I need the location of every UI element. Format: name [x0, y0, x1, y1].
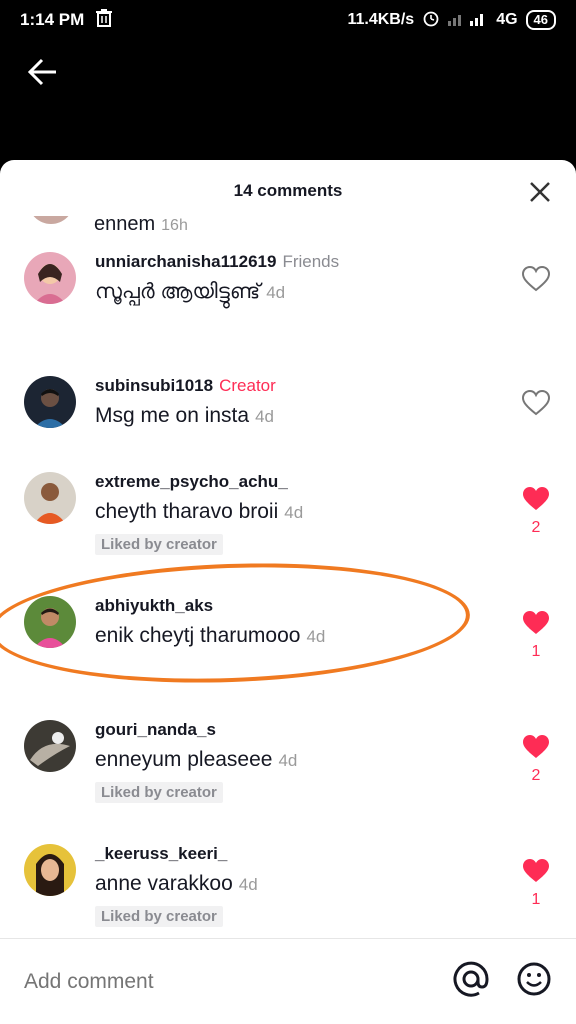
liked-by-creator-badge: Liked by creator [95, 782, 223, 803]
comment-text: cheyth tharavo broii [95, 500, 279, 523]
comment-time: 4d [266, 283, 286, 302]
like-count: 1 [531, 643, 541, 660]
comment-username[interactable]: extreme_psycho_achu_ [95, 472, 288, 491]
avatar[interactable] [24, 720, 76, 772]
battery-icon: 46 [525, 10, 556, 30]
liked-by-creator-badge: Liked by creator [95, 906, 223, 927]
like-count: 2 [531, 767, 541, 784]
emoji-icon [517, 962, 551, 996]
liked-by-creator-badge: Liked by creator [95, 534, 223, 555]
heart-filled-icon [523, 487, 549, 510]
comment-item[interactable]: gouri_nanda_s enneyum pleaseee 4d Liked b… [0, 706, 576, 830]
heart-outline-icon [521, 389, 551, 416]
comment-username[interactable]: abhiyukth_aks [95, 596, 213, 615]
comments-count-title: 14 comments [233, 181, 343, 200]
network-type: 4G [496, 11, 518, 28]
comment-text: anne varakkoo [95, 872, 233, 895]
network-speed: 11.4KB/s [347, 11, 415, 28]
like-button[interactable]: 2 [522, 486, 550, 537]
close-icon [530, 182, 550, 202]
at-sign-icon [453, 961, 489, 997]
avatar[interactable] [24, 844, 76, 896]
comment-text: enneyum pleaseee [95, 748, 273, 771]
comment-username[interactable]: subinsubi1018 [95, 376, 213, 395]
comment-username[interactable]: gouri_nanda_s [95, 720, 216, 739]
avatar[interactable] [24, 376, 76, 428]
comment-text: Msg me on insta [95, 404, 250, 427]
like-button[interactable]: 1 [522, 610, 550, 661]
like-count: 2 [531, 519, 541, 536]
comment-time: 4d [255, 407, 274, 426]
heart-outline-icon [521, 265, 551, 292]
alarm-icon [422, 9, 440, 32]
comment-time: 4d [278, 751, 298, 770]
friends-tag: Friends [282, 252, 340, 271]
sheet-header: 14 comments [0, 160, 576, 222]
comment-time: 4d [238, 875, 258, 894]
mention-button[interactable] [452, 960, 490, 1003]
comment-time: 4d [284, 503, 304, 522]
add-comment-input[interactable] [24, 969, 452, 994]
comment-item[interactable]: abhiyukth_aks enik cheytj tharumooo 4d 1 [0, 555, 576, 706]
avatar[interactable] [24, 596, 76, 648]
avatar[interactable] [24, 252, 76, 304]
heart-filled-icon [523, 735, 549, 758]
comment-text: സൂപ്പർ ആയിട്ടുണ്ട് [95, 280, 261, 303]
emoji-button[interactable] [516, 961, 552, 1002]
back-arrow-icon [27, 58, 56, 86]
comment-item[interactable]: unniarchanisha112619 Friends സൂപ്പർ ആയിട്… [0, 238, 576, 362]
creator-tag: Creator [219, 376, 276, 395]
comment-text: ennem [94, 216, 156, 235]
trash-icon [96, 8, 113, 32]
like-button[interactable] [521, 265, 551, 297]
comment-time: 16h [161, 217, 188, 234]
avatar[interactable] [24, 472, 76, 524]
comment-username[interactable]: _keeruss_keeri_ [95, 844, 227, 863]
like-button[interactable]: 1 [522, 858, 550, 909]
comment-username[interactable]: unniarchanisha112619 [95, 252, 276, 271]
avatar [28, 216, 74, 224]
comment-item[interactable]: subinsubi1018 Creator Msg me on insta 4d [0, 362, 576, 458]
comment-item[interactable]: extreme_psycho_achu_ cheyth tharavo broi… [0, 458, 576, 582]
status-bar: 1:14 PM 11.4KB/s 4G 46 [0, 0, 576, 40]
signal-icon [448, 10, 488, 31]
partial-comment: ennem 16h [0, 216, 576, 238]
status-time: 1:14 PM [20, 10, 85, 29]
comments-sheet: 14 comments ennem 16h unniarchanisha11261… [0, 160, 576, 1024]
heart-filled-icon [523, 859, 549, 882]
like-button[interactable] [521, 389, 551, 421]
comment-input-bar [0, 938, 576, 1024]
like-button[interactable]: 2 [522, 734, 550, 785]
comment-item[interactable]: _keeruss_keeri_ anne varakkoo 4d Liked by… [0, 830, 576, 938]
comment-time: 4d [306, 627, 326, 646]
heart-filled-icon [523, 611, 549, 634]
close-button[interactable] [526, 178, 554, 206]
comments-list[interactable]: ennem 16h unniarchanisha112619 Friends സൂപ… [0, 216, 576, 938]
back-button[interactable] [22, 52, 62, 92]
like-count: 1 [531, 891, 541, 908]
comment-text: enik cheytj tharumooo [95, 624, 301, 647]
